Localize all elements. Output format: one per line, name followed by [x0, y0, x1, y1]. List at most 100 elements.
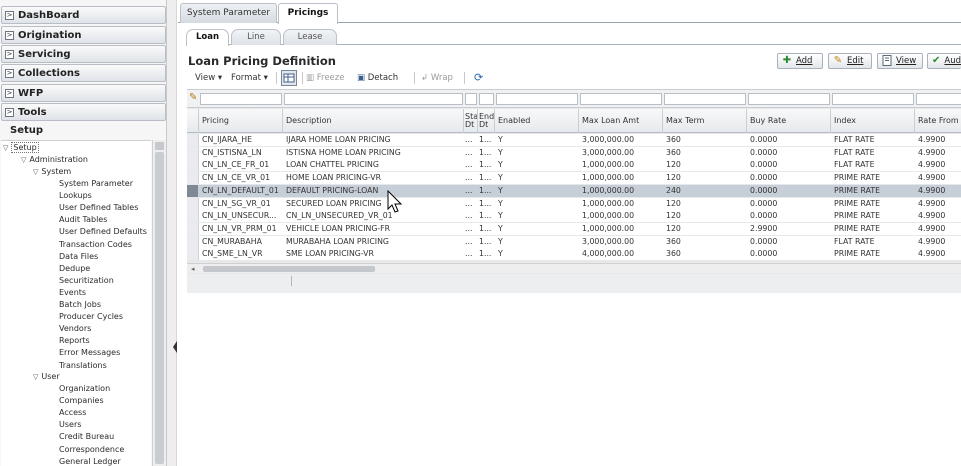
tree-item-events[interactable]: Events — [59, 288, 86, 297]
tree-item-access[interactable]: Access — [59, 408, 86, 417]
tree-node-user[interactable]: ▽ User — [33, 372, 60, 381]
table-row[interactable]: CN_IJARA_HE IJARA HOME LOAN PRICING... 1..… — [187, 134, 961, 146]
column-header-end-dt[interactable]: End Dt — [478, 109, 495, 133]
accordion-wfp[interactable]: > WFP — [1, 84, 166, 102]
view-button[interactable]: View — [877, 53, 923, 69]
accordion-origination[interactable]: > Origination — [1, 26, 166, 44]
tree-item-batch-jobs[interactable]: Batch Jobs — [59, 300, 101, 309]
table-row[interactable]: CN_SME_LN_VR SME LOAN PRICING-VR... 1... Y 4… — [187, 248, 961, 261]
tree-item-user-defined-defaults[interactable]: User Defined Defaults — [59, 227, 147, 236]
column-header-pricing[interactable]: Pricing — [199, 109, 283, 133]
tree-item-companies[interactable]: Companies — [59, 396, 104, 405]
tree-item-system-parameter[interactable]: System Parameter — [59, 179, 133, 188]
freeze-button[interactable]: ▥ Freeze — [306, 70, 344, 86]
filter-input[interactable] — [664, 93, 746, 105]
filter-input[interactable] — [479, 93, 494, 105]
table-cell: 0.0000 — [750, 236, 778, 246]
column-header-buy-rate[interactable]: Buy Rate — [747, 109, 831, 133]
row-selector[interactable] — [187, 210, 199, 223]
tree-node-system[interactable]: ▽ System — [33, 167, 71, 176]
tree-item-user-defined-tables[interactable]: User Defined Tables — [59, 203, 138, 212]
table-row[interactable]: CN_LN_CE_VR_01 HOME LOAN PRICING-VR... 1..… — [187, 172, 961, 185]
row-selector[interactable] — [187, 146, 199, 159]
table-cell: FLAT RATE — [834, 135, 875, 144]
add-button[interactable]: ✚ Add — [777, 53, 823, 69]
tree-item-vendors[interactable]: Vendors — [59, 324, 91, 333]
tab-line[interactable]: Line — [231, 29, 281, 45]
tree-item-correspondence[interactable]: Correspondence — [59, 445, 124, 454]
scroll-left-icon[interactable]: ◂ — [191, 264, 195, 274]
tree-item-transaction-codes[interactable]: Transaction Codes — [59, 240, 132, 249]
audit-button[interactable]: ✔ Aud — [927, 53, 961, 69]
tree-item-credit-bureau[interactable]: Credit Bureau — [59, 432, 114, 441]
filter-input[interactable] — [916, 93, 961, 105]
scrollbar-thumb[interactable] — [203, 266, 375, 272]
row-selector[interactable] — [187, 134, 199, 146]
tree-item-producer-cycles[interactable]: Producer Cycles — [59, 312, 123, 321]
tree-item-organization[interactable]: Organization — [59, 384, 110, 393]
accordion-servicing[interactable]: > Servicing — [1, 45, 166, 63]
table-cell: 1... — [479, 198, 492, 208]
row-selector[interactable] — [187, 235, 199, 248]
tree-item-reports[interactable]: Reports — [59, 336, 90, 345]
column-header-rate-from[interactable]: Rate From — [915, 109, 961, 133]
filter-input[interactable] — [748, 93, 830, 105]
tree-node-setup[interactable]: ▽ Setup — [3, 142, 39, 153]
refresh-icon[interactable]: ⟳ — [474, 70, 483, 86]
detach-button[interactable]: ▣ Detach — [357, 70, 398, 86]
wrap-button[interactable]: ↲ Wrap — [421, 70, 453, 86]
row-selector[interactable] — [187, 172, 199, 185]
tree-item-lookups[interactable]: Lookups — [59, 191, 92, 200]
query-by-example-icon[interactable] — [281, 70, 297, 86]
filter-input[interactable] — [832, 93, 914, 105]
table-row[interactable]: CN_LN_SG_VR_01 SECURED LOAN PRICING... 1..… — [187, 197, 961, 210]
column-header-index[interactable]: Index — [831, 109, 915, 133]
column-header-sta-dt[interactable]: Sta Dt — [464, 109, 478, 133]
horizontal-scrollbar[interactable]: ◂ — [187, 263, 961, 273]
accordion-dashboard[interactable]: > DashBoard — [1, 6, 166, 24]
row-selector[interactable] — [187, 159, 199, 172]
filter-input[interactable] — [580, 93, 662, 105]
tree-item-dedupe[interactable]: Dedupe — [59, 264, 90, 273]
row-selector[interactable] — [187, 248, 199, 261]
filter-input[interactable] — [284, 93, 463, 105]
scrollbar-thumb[interactable] — [155, 152, 164, 464]
tree-item-securitization[interactable]: Securitization — [59, 276, 114, 285]
tab-system-parameter[interactable]: System Parameter — [180, 3, 277, 23]
row-selector[interactable] — [187, 197, 199, 210]
tree-item-general-ledger[interactable]: General Ledger — [59, 457, 121, 466]
tree-item-translations[interactable]: Translations — [59, 361, 107, 370]
table-row[interactable]: CN_LN_CE_FR_01 LOAN CHATTEL PRICING... 1..… — [187, 159, 961, 172]
panel-splitter[interactable] — [167, 0, 177, 466]
tree-item-data-files[interactable]: Data Files — [59, 252, 98, 261]
column-header-max-term[interactable]: Max Term — [663, 109, 747, 133]
column-header-description[interactable]: Description — [283, 109, 464, 133]
edit-button[interactable]: ✎ Edit — [828, 53, 872, 69]
table-row[interactable]: CN_MURABAHA MURABAHA LOAN PRICING... 1... Y… — [187, 235, 961, 248]
tab-loan[interactable]: Loan — [186, 29, 229, 46]
table-row[interactable]: CN_LN_UNSECUR... CN_LN_UNSECURED_VR_01...… — [187, 210, 961, 223]
column-header-enabled[interactable]: Enabled — [495, 109, 579, 133]
table-row[interactable]: CN_LN_DEFAULT_01 DEFAULT PRICING-LOAN... 1… — [187, 184, 961, 197]
row-selector[interactable] — [187, 222, 199, 235]
accordion-tools[interactable]: > Tools — [1, 103, 166, 121]
filter-input[interactable] — [200, 93, 282, 105]
scroll-up-icon[interactable] — [155, 142, 164, 150]
view-menu[interactable]: View ▾ — [195, 70, 222, 86]
filter-input[interactable] — [496, 93, 578, 105]
tree-item-users[interactable]: Users — [59, 420, 81, 429]
tab-pricings[interactable]: Pricings — [278, 3, 338, 24]
table-row[interactable]: CN_ISTISNA_LN ISTISNA HOME LOAN PRICING..… — [187, 146, 961, 159]
column-header-max-loan-amt[interactable]: Max Loan Amt — [579, 109, 663, 133]
tree-item-audit-tables[interactable]: Audit Tables — [59, 215, 107, 224]
tree-scrollbar[interactable] — [152, 140, 166, 466]
row-selector[interactable] — [187, 184, 199, 197]
accordion-collections[interactable]: > Collections — [1, 64, 166, 82]
tree-item-error-messages[interactable]: Error Messages — [59, 348, 120, 357]
tab-lease[interactable]: Lease — [283, 29, 337, 45]
table-row[interactable]: CN_LN_VR_PRM_01 VEHICLE LOAN PRICING-FR..… — [187, 222, 961, 235]
format-menu[interactable]: Format ▾ — [231, 70, 268, 86]
tree-node-administration[interactable]: ▽ Administration — [21, 155, 88, 164]
table-cell: MURABAHA LOAN PRICING — [286, 236, 389, 246]
filter-input[interactable] — [465, 93, 477, 105]
